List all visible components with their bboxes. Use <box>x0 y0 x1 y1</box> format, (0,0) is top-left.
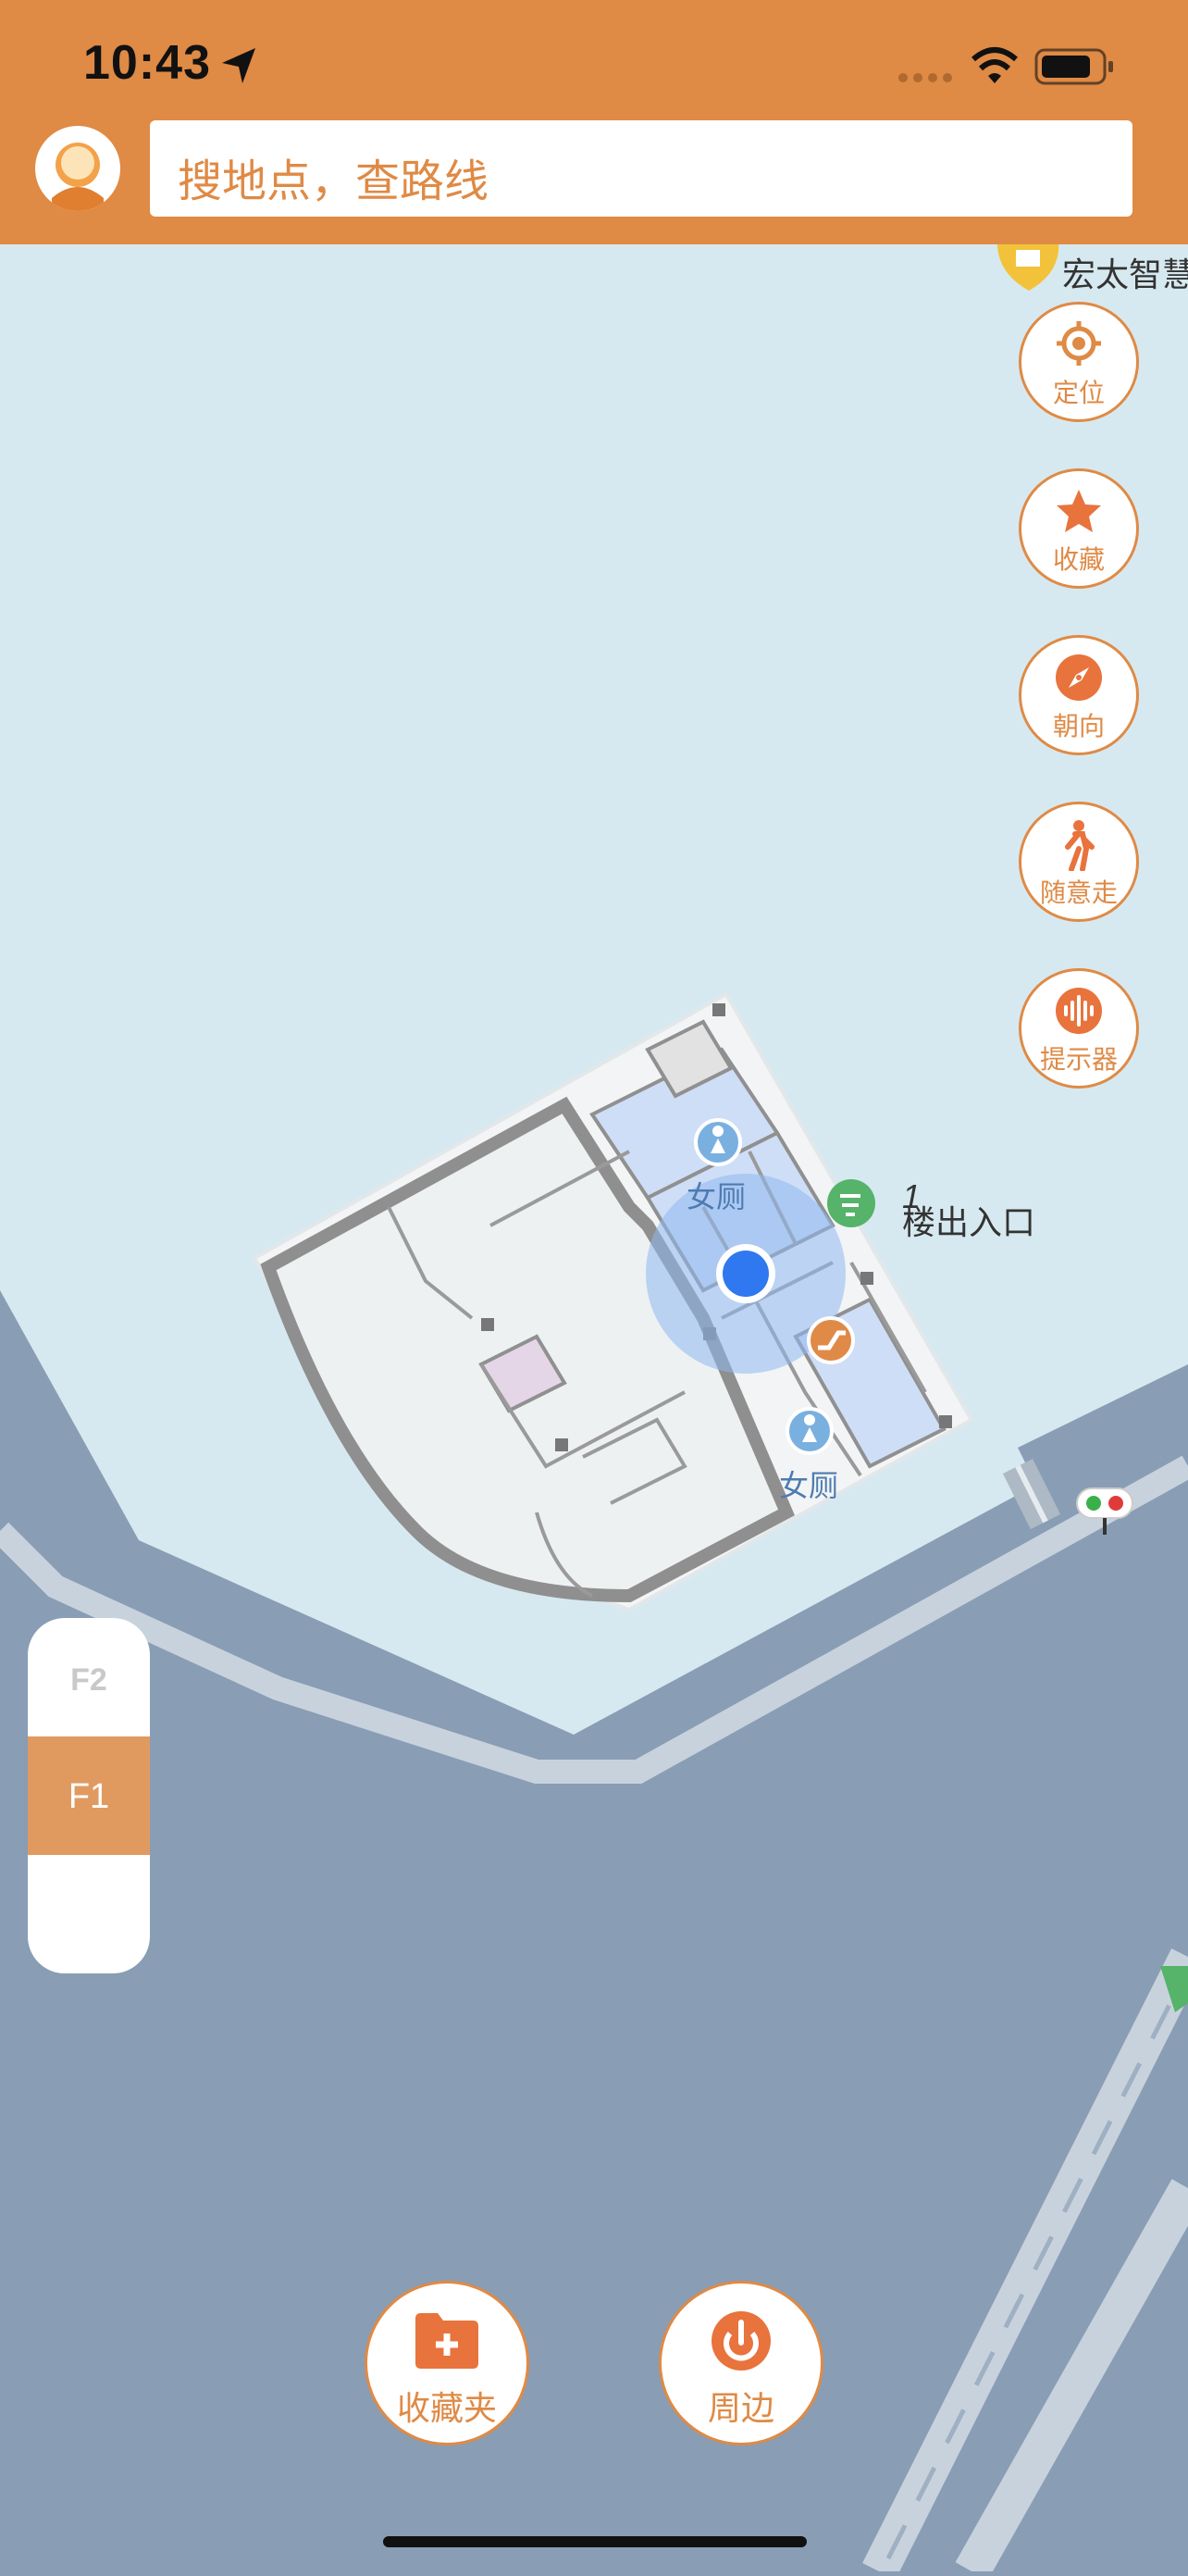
prompter-label: 提示器 <box>1039 1045 1118 1074</box>
star-icon <box>1057 490 1101 532</box>
restroom-label: 女厕 <box>779 1469 839 1502</box>
avatar[interactable] <box>35 126 120 211</box>
map-view[interactable]: 宏太智慧 1 楼出入口 女厕 女厕 <box>0 239 1188 2576</box>
restroom-pin[interactable] <box>694 1118 742 1166</box>
nearby-icon <box>712 2311 771 2371</box>
floor-f1-label: F1 <box>68 1777 110 1816</box>
floor-selector: F2 F1 <box>28 1618 150 1973</box>
orientation-label: 朝向 <box>1052 712 1105 740</box>
restroom-label: 女厕 <box>687 1180 747 1213</box>
location-arrow-icon <box>222 48 255 83</box>
restroom-pin[interactable] <box>786 1407 834 1455</box>
search-input[interactable]: 搜地点，查路线 <box>150 120 1132 217</box>
map-canvas[interactable] <box>0 239 1188 2576</box>
floor-f2-button[interactable]: F2 <box>28 1662 150 1699</box>
floor-f1-button[interactable]: F1 <box>28 1736 150 1855</box>
nearby-button[interactable]: 周边 <box>659 2281 823 2445</box>
escalator-pin[interactable] <box>807 1316 855 1364</box>
entrance-label[interactable]: 楼出入口 <box>902 1196 1035 1244</box>
folder-plus-icon <box>415 2313 478 2369</box>
free-walk-button[interactable]: 随意走 <box>1019 802 1139 922</box>
favorites-folder-label: 收藏夹 <box>396 2389 497 2427</box>
map-poi-label[interactable]: 宏太智慧 <box>1062 248 1188 296</box>
cellular-signal-icon <box>898 73 952 82</box>
user-avatar-icon <box>52 143 104 211</box>
locate-button[interactable]: 定位 <box>1019 302 1139 422</box>
prompter-button[interactable]: 提示器 <box>1019 968 1139 1089</box>
nearby-label: 周边 <box>707 2389 774 2427</box>
free-walk-label: 随意走 <box>1039 878 1118 907</box>
home-indicator[interactable] <box>383 2536 807 2547</box>
top-bar: 10:43 搜地点，查路线 <box>0 0 1188 244</box>
search-placeholder: 搜地点，查路线 <box>178 157 489 206</box>
orientation-button[interactable]: 朝向 <box>1019 635 1139 755</box>
locate-label: 定位 <box>1052 379 1105 407</box>
locate-icon <box>1057 321 1101 366</box>
entrance-pin[interactable] <box>827 1179 875 1227</box>
wifi-icon <box>971 47 1018 83</box>
walker-icon <box>1065 820 1095 871</box>
favorite-button[interactable]: 收藏 <box>1019 468 1139 589</box>
battery-icon <box>1034 48 1113 85</box>
favorites-folder-button[interactable]: 收藏夹 <box>365 2281 529 2445</box>
status-time: 10:43 <box>83 36 211 90</box>
favorite-label: 收藏 <box>1052 545 1105 574</box>
compass-icon <box>1056 654 1102 701</box>
sound-wave-icon <box>1056 988 1102 1034</box>
